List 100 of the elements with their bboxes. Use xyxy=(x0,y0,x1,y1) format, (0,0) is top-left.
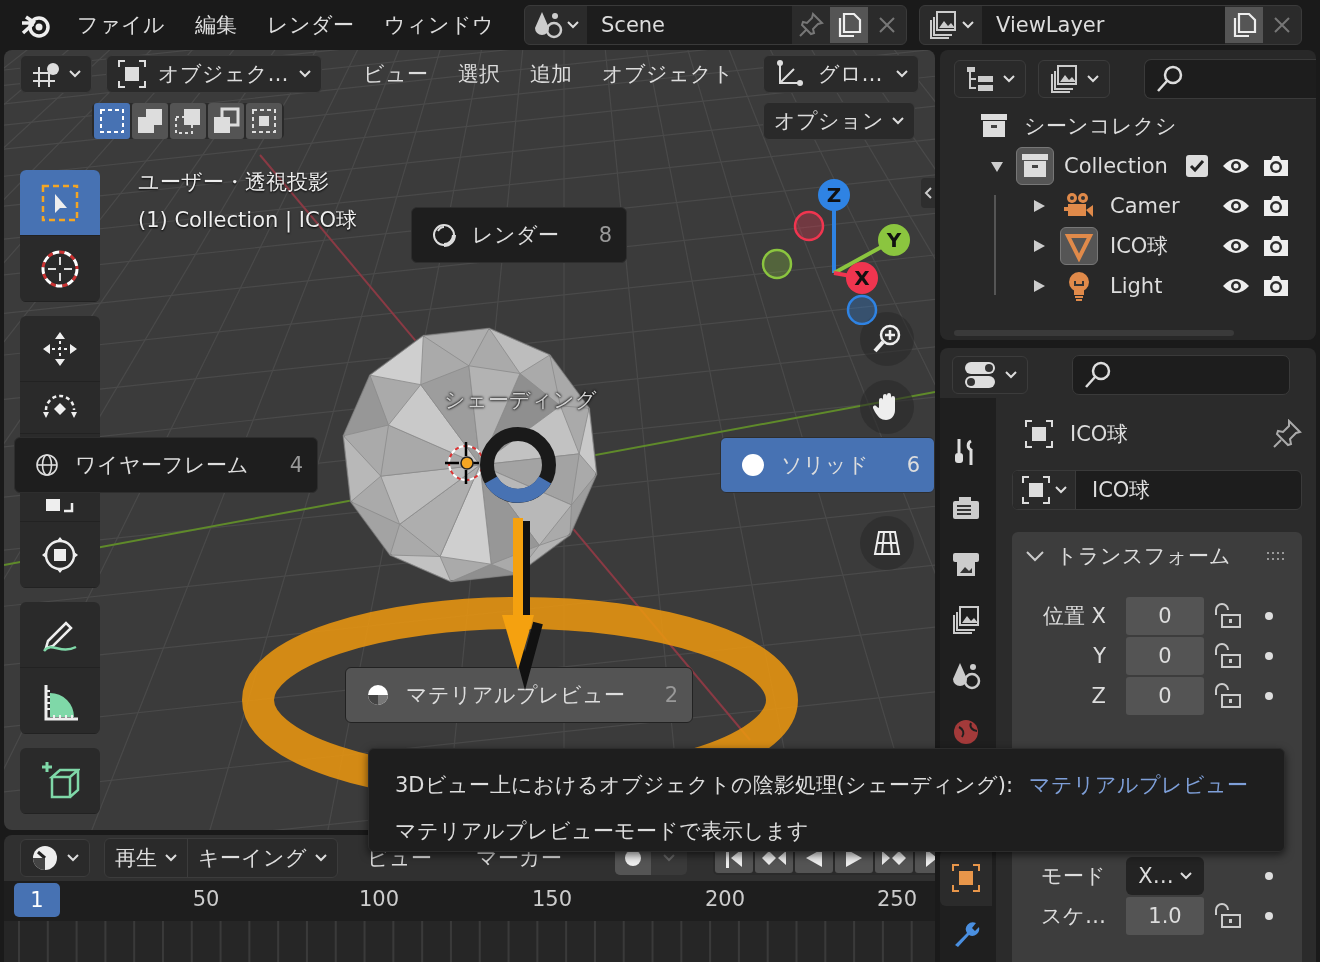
object-icon xyxy=(1021,475,1051,505)
caret-icon xyxy=(1087,75,1099,83)
padlock-icon[interactable] xyxy=(1212,903,1242,929)
axis-handle[interactable] xyxy=(818,179,850,211)
outliner-item[interactable]: Camer xyxy=(1110,194,1180,218)
menu-item[interactable]: ウィンドウ xyxy=(369,11,509,39)
shading-option[interactable]: ソリッド 6 xyxy=(720,437,935,493)
new-scene-button[interactable] xyxy=(830,7,868,43)
properties-tab[interactable] xyxy=(940,850,992,906)
axis-handle[interactable] xyxy=(846,262,878,294)
field-label: モード xyxy=(1040,863,1106,890)
new-view-layer-button[interactable] xyxy=(1225,7,1263,43)
shading-option[interactable]: レンダー 8 xyxy=(411,207,627,263)
frame-ruler[interactable]: 1 50 100 150 200 250 xyxy=(4,881,935,921)
search-field[interactable] xyxy=(1072,355,1290,395)
selection-mode-button[interactable] xyxy=(208,103,244,139)
menu-item[interactable]: マーカー xyxy=(461,844,577,872)
record-icon xyxy=(624,849,642,867)
camera-icon[interactable] xyxy=(1262,194,1290,218)
pan-button[interactable] xyxy=(860,380,914,434)
chevron-down-icon[interactable] xyxy=(1026,550,1044,562)
menu-item[interactable]: 追加 xyxy=(515,60,587,88)
number-field[interactable]: 1.0 xyxy=(1126,897,1204,935)
padlock-icon[interactable] xyxy=(1212,683,1242,709)
selection-mode-button[interactable] xyxy=(170,103,206,139)
checkmark-icon xyxy=(1189,159,1205,173)
panel-title[interactable]: トランスフォーム xyxy=(1056,542,1231,570)
selection-mode-button[interactable] xyxy=(246,103,282,139)
menu-item[interactable]: ビュー xyxy=(348,60,443,88)
keyframe-dot-icon[interactable] xyxy=(1264,691,1274,701)
menu-item[interactable]: 編集 xyxy=(180,11,252,39)
shading-option[interactable]: マテリアルプレビュー 2 xyxy=(345,667,693,723)
view-layer-name-field[interactable]: ViewLayer xyxy=(982,6,1225,44)
keyframe-dot-icon[interactable] xyxy=(1264,911,1274,921)
pin-icon[interactable] xyxy=(1272,419,1302,449)
object-icon xyxy=(951,863,981,893)
selection-mode-button[interactable] xyxy=(132,103,168,139)
timeline-track[interactable] xyxy=(4,921,935,962)
outliner-item[interactable]: ICO球 xyxy=(1110,232,1169,260)
keyframe-dot-icon[interactable] xyxy=(1264,651,1274,661)
number-field[interactable]: 0 xyxy=(1126,637,1204,675)
caret-icon xyxy=(165,854,177,862)
editor-type-button[interactable] xyxy=(20,839,90,877)
outliner-item[interactable]: Light xyxy=(1110,274,1163,298)
mode-dropdown[interactable]: オブジェク… xyxy=(106,55,322,93)
globe-icon xyxy=(951,717,981,747)
scene-name-field[interactable]: Scene xyxy=(587,6,792,44)
number-field[interactable]: 0 xyxy=(1126,677,1204,715)
camera-icon[interactable] xyxy=(1262,274,1290,298)
selection-mode-button[interactable] xyxy=(94,103,130,139)
keyframe-dot-icon[interactable] xyxy=(1264,871,1274,881)
field-label: スケ… xyxy=(1040,903,1106,930)
padlock-icon[interactable] xyxy=(1212,643,1242,669)
zoom-icon xyxy=(873,324,901,354)
sidebar-toggle-button[interactable] xyxy=(921,178,935,208)
outliner-item[interactable]: シーンコレクシ xyxy=(1024,112,1177,140)
menu-item[interactable]: レンダー xyxy=(252,11,369,39)
object-name-field[interactable]: ICO球 xyxy=(1012,470,1302,510)
menu-dropdown[interactable]: キーイング xyxy=(187,839,337,877)
expand-triangle-icon[interactable] xyxy=(1032,199,1046,213)
number-field[interactable]: 0 xyxy=(1126,597,1204,635)
orientation-dropdown[interactable]: グロ… xyxy=(763,55,919,93)
eye-icon[interactable] xyxy=(1222,156,1250,176)
padlock-icon[interactable] xyxy=(1212,603,1242,629)
disc-icon xyxy=(741,453,765,477)
negative-axis-handle[interactable] xyxy=(761,248,793,280)
eye-icon[interactable] xyxy=(1222,276,1250,296)
editor-type-button[interactable] xyxy=(952,356,1028,394)
camera-icon[interactable] xyxy=(1262,234,1290,258)
scene-selector[interactable]: Scene xyxy=(524,5,907,45)
camera-icon[interactable] xyxy=(1262,154,1290,178)
filter-button[interactable] xyxy=(1038,60,1110,98)
eye-icon[interactable] xyxy=(1222,236,1250,256)
editor-type-button[interactable] xyxy=(20,55,92,93)
perspective-toggle-button[interactable] xyxy=(860,516,914,570)
menu-dropdown[interactable]: 再生 xyxy=(105,839,187,877)
display-mode-button[interactable] xyxy=(954,60,1026,98)
pin-icon xyxy=(798,12,824,38)
expand-triangle-icon[interactable] xyxy=(1032,279,1046,293)
negative-axis-handle[interactable] xyxy=(793,210,825,242)
axis-handle[interactable] xyxy=(878,224,910,256)
negative-axis-handle[interactable] xyxy=(846,294,878,325)
outliner-item[interactable]: Collection xyxy=(1064,154,1168,178)
options-dropdown[interactable]: オプション xyxy=(763,102,915,140)
menu-item[interactable]: オブジェクト xyxy=(587,60,749,88)
collapse-triangle-icon[interactable] xyxy=(990,159,1004,173)
mode-dropdown[interactable]: X… xyxy=(1126,857,1204,895)
view-layer-selector[interactable]: ViewLayer xyxy=(919,5,1302,45)
shading-option[interactable]: ワイヤーフレーム 4 xyxy=(14,437,318,493)
axis-label: Z xyxy=(826,183,842,207)
chevron-left-icon xyxy=(924,187,932,199)
keyframe-dot-icon[interactable] xyxy=(1264,611,1274,621)
eye-icon[interactable] xyxy=(1222,196,1250,216)
checkbox[interactable] xyxy=(1186,155,1208,177)
menu-item[interactable]: ファイル xyxy=(62,11,180,39)
menu-item[interactable]: 選択 xyxy=(443,60,515,88)
expand-triangle-icon[interactable] xyxy=(1032,239,1046,253)
object-browse-button[interactable] xyxy=(1013,471,1076,509)
current-frame-indicator[interactable]: 1 xyxy=(14,883,60,917)
search-field[interactable] xyxy=(1144,59,1316,99)
